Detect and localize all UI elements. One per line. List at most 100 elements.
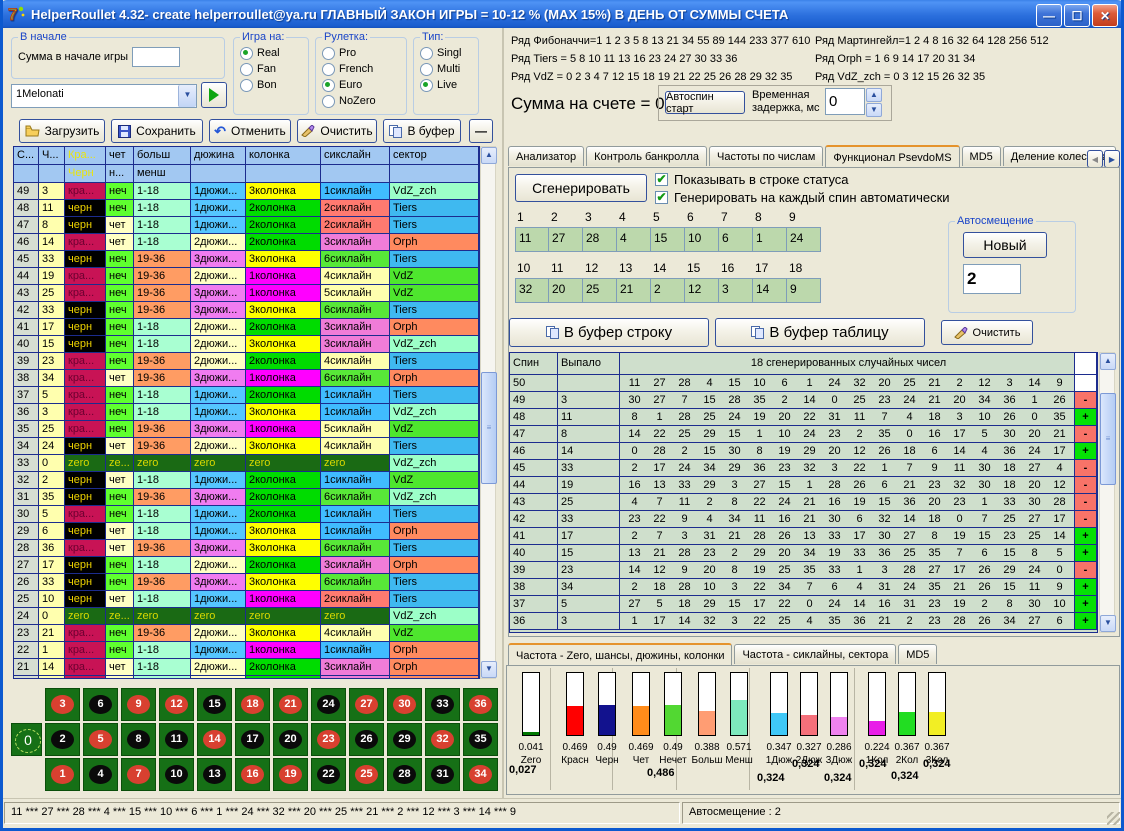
- scroll-up-icon[interactable]: ▲: [1100, 353, 1116, 370]
- radio-icon[interactable]: [322, 63, 335, 76]
- radio-option-french[interactable]: French: [322, 61, 400, 77]
- collapse-button[interactable]: —: [469, 119, 493, 143]
- table-row[interactable]: 4117черннеч1-182дюжи...2колонка3сиклайнO…: [14, 319, 479, 336]
- scroll-down-icon[interactable]: ▼: [481, 661, 497, 678]
- grid-value-cell[interactable]: 10: [685, 227, 719, 252]
- tab-freq-0[interactable]: Частота - Zero, шансы, дюжины, колонки: [508, 643, 732, 665]
- table-row[interactable]: 4015черннеч1-182дюжи...3колонка3сиклайнV…: [14, 336, 479, 353]
- board-number-cell[interactable]: 7: [121, 758, 156, 791]
- board-number-cell[interactable]: 14: [197, 723, 232, 756]
- close-button[interactable]: ✕: [1092, 4, 1118, 27]
- table-row[interactable]: 39231412920819253533132827172629240-: [510, 562, 1097, 579]
- radio-option-bon[interactable]: Bon: [240, 77, 302, 93]
- generated-table[interactable]: СпинВыпало18 сгенерированных случайных ч…: [509, 352, 1098, 633]
- board-number-cell[interactable]: 27: [349, 688, 384, 721]
- radio-option-real[interactable]: Real: [240, 45, 302, 61]
- save-button[interactable]: Сохранить: [111, 119, 203, 143]
- tab-main-2[interactable]: Частоты по числам: [709, 146, 823, 166]
- generate-button[interactable]: Сгенерировать: [515, 174, 647, 202]
- table-row[interactable]: 50112728415106124322025212123149: [510, 375, 1097, 392]
- radio-option-nozero[interactable]: NoZero: [322, 93, 400, 109]
- grid-value-cell[interactable]: 24: [787, 227, 821, 252]
- maximize-button[interactable]: ☐: [1064, 4, 1090, 27]
- delay-input[interactable]: [825, 88, 865, 115]
- tab-main-3[interactable]: Функционал PsevdoMS: [825, 145, 959, 167]
- board-number-cell[interactable]: 19: [273, 758, 308, 791]
- column-header[interactable]: [14, 165, 39, 183]
- board-number-cell[interactable]: 21: [273, 688, 308, 721]
- board-number-cell[interactable]: 1: [45, 758, 80, 791]
- column-header[interactable]: Черн: [65, 165, 106, 183]
- auto-checkbox-row[interactable]: ✔ Генерировать на каждый спин автоматиче…: [655, 190, 950, 205]
- board-number-cell[interactable]: 23: [311, 723, 346, 756]
- grid-value-cell[interactable]: 27: [549, 227, 583, 252]
- radio-icon[interactable]: [240, 63, 253, 76]
- board-number-cell[interactable]: 11: [159, 723, 194, 756]
- tab-freq-1[interactable]: Частота - сиклайны, сектора: [734, 644, 896, 664]
- board-number-cell[interactable]: 30: [387, 688, 422, 721]
- column-header[interactable]: [191, 165, 246, 183]
- table-row[interactable]: 2717черннеч1-182дюжи...2колонка3сиклайнO…: [14, 557, 479, 574]
- radio-icon[interactable]: [240, 79, 253, 92]
- offset-input[interactable]: [963, 264, 1021, 294]
- table-row[interactable]: 3631171432322254353621223282634276+: [510, 613, 1097, 630]
- table-row[interactable]: 42332322943411162130632141807252717-: [510, 511, 1097, 528]
- column-header[interactable]: чет: [106, 147, 134, 165]
- radio-icon[interactable]: [420, 63, 433, 76]
- column-header[interactable]: сектор: [390, 147, 479, 165]
- clear-generated-button[interactable]: Очистить: [941, 320, 1033, 345]
- grid-value-cell[interactable]: 14: [753, 278, 787, 303]
- table-row[interactable]: 4614кра...чет1-182дюжи...2колонка3сиклай…: [14, 234, 479, 251]
- board-number-cell[interactable]: 28: [387, 758, 422, 791]
- preset-combobox[interactable]: 1Melonati ▼: [11, 84, 197, 108]
- board-number-cell[interactable]: 26: [349, 723, 384, 756]
- board-number-cell[interactable]: 22: [311, 758, 346, 791]
- table-row[interactable]: 2633черннеч19-363дюжи...3колонка6сиклайн…: [14, 574, 479, 591]
- board-number-cell[interactable]: 25: [349, 758, 384, 791]
- buffer-table-button[interactable]: В буфер таблицу: [715, 318, 925, 347]
- board-number-cell[interactable]: 15: [197, 688, 232, 721]
- table-row[interactable]: 240zeroze...zerozerozerozeroVdZ_zch: [14, 608, 479, 625]
- radio-icon[interactable]: [322, 79, 335, 92]
- tab-freq-2[interactable]: MD5: [898, 644, 937, 664]
- table-row[interactable]: 296чернчет1-181дюжи...3колонка1сиклайнOr…: [14, 523, 479, 540]
- table-row[interactable]: 2836кра...чет19-363дюжи...3колонка6сикла…: [14, 540, 479, 557]
- table-row[interactable]: 363кра...неч1-181дюжи...3колонка1сиклайн…: [14, 404, 479, 421]
- table-row[interactable]: 3834кра...чет19-363дюжи...1колонка6сикла…: [14, 370, 479, 387]
- column-header[interactable]: Ч...: [39, 147, 65, 165]
- grid-value-cell[interactable]: 4: [617, 227, 651, 252]
- table-row[interactable]: 4533черннеч19-363дюжи...3колонка6сиклайн…: [14, 251, 479, 268]
- board-number-cell[interactable]: 17: [235, 723, 270, 756]
- column-header[interactable]: [321, 165, 390, 183]
- checkbox-checked-icon[interactable]: ✔: [655, 173, 668, 186]
- scroll-down-icon[interactable]: ▼: [1100, 615, 1116, 632]
- load-button[interactable]: Загрузить: [19, 119, 105, 143]
- column-header[interactable]: больш: [134, 147, 191, 165]
- radio-option-singl[interactable]: Singl: [420, 45, 472, 61]
- table-row[interactable]: 3525кра...неч19-363дюжи...1колонка5сикла…: [14, 421, 479, 438]
- board-number-cell[interactable]: 24: [311, 688, 346, 721]
- new-offset-button[interactable]: Новый: [963, 232, 1047, 258]
- board-number-cell[interactable]: 36: [463, 688, 498, 721]
- grid-value-cell[interactable]: 3: [719, 278, 753, 303]
- board-number-cell[interactable]: 31: [425, 758, 460, 791]
- board-zero-cell[interactable]: 0: [11, 723, 42, 756]
- column-header[interactable]: сикслайн: [321, 147, 390, 165]
- table-row[interactable]: 3135черннеч19-363дюжи...2колонка6сиклайн…: [14, 489, 479, 506]
- column-header[interactable]: колонка: [246, 147, 321, 165]
- table-row[interactable]: 4233черннеч19-363дюжи...3колонка6сиклайн…: [14, 302, 479, 319]
- board-number-cell[interactable]: 6: [83, 688, 118, 721]
- table-row[interactable]: 49330277152835214025232421203436126-: [510, 392, 1097, 409]
- table-row[interactable]: 46140282153081929201226186144362417+: [510, 443, 1097, 460]
- table-row[interactable]: 3834218281032234764312435212615119+: [510, 579, 1097, 596]
- spin-down-icon[interactable]: ▼: [866, 103, 882, 117]
- table-row[interactable]: 4811812825241920223111741831026035+: [510, 409, 1097, 426]
- history-table[interactable]: С...Ч...Кра...четбольшдюжинаколонкасиксл…: [13, 146, 480, 679]
- table-row[interactable]: 493кра...неч1-181дюжи...3колонка1сиклайн…: [14, 183, 479, 200]
- board-number-cell[interactable]: 16: [235, 758, 270, 791]
- resize-grip[interactable]: [1107, 812, 1120, 825]
- board-number-cell[interactable]: 5: [83, 723, 118, 756]
- column-header[interactable]: менш: [134, 165, 191, 183]
- grid-value-cell[interactable]: 32: [515, 278, 549, 303]
- generated-scrollbar[interactable]: ▲ ≡ ▼: [1099, 352, 1115, 633]
